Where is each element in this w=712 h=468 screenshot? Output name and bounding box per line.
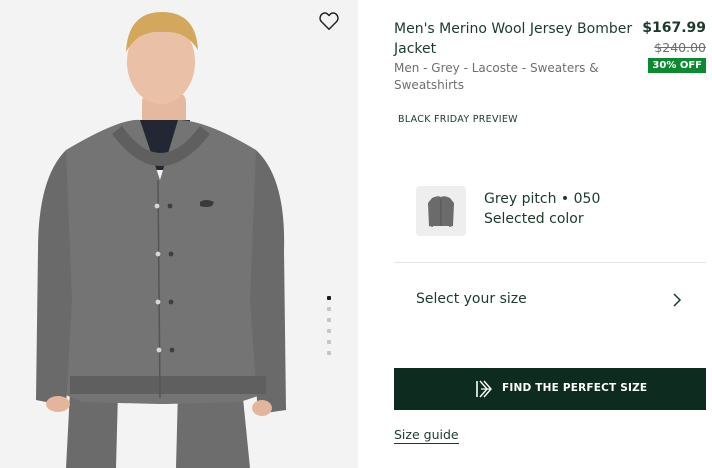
selected-color[interactable]: Grey pitch • 050 Selected color [416, 186, 676, 236]
size-label: Select your size [416, 291, 527, 307]
size-finder-logo-icon [476, 380, 492, 398]
heart-icon[interactable] [318, 10, 340, 32]
select-size-button[interactable]: Select your size [394, 280, 684, 320]
color-caption: Selected color [484, 211, 584, 227]
divider [394, 262, 706, 263]
image-carousel-pagination [326, 296, 332, 362]
product-image-gallery[interactable] [0, 0, 358, 468]
product-breadcrumb: Men - Grey - Lacoste - Sweaters & Sweats… [394, 61, 599, 92]
find-perfect-size-button[interactable]: FIND THE PERFECT SIZE [394, 368, 706, 410]
size-guide-link[interactable]: Size guide [394, 427, 459, 444]
carousel-dot[interactable] [327, 318, 331, 322]
carousel-dot[interactable] [327, 307, 331, 311]
product-details: Men's Merino Wool Jersey Bomber Jacket M… [358, 0, 712, 468]
promo-label: BLACK FRIDAY PREVIEW [398, 114, 518, 125]
carousel-dot[interactable] [327, 296, 331, 300]
color-swatch[interactable] [416, 186, 466, 236]
carousel-dot[interactable] [327, 340, 331, 344]
carousel-dot[interactable] [327, 329, 331, 333]
chevron-right-icon [673, 293, 682, 307]
carousel-dot[interactable] [327, 351, 331, 355]
color-name: Grey pitch • 050 [484, 191, 601, 207]
find-perfect-size-label: FIND THE PERFECT SIZE [502, 382, 648, 394]
sale-price: $167.99 [642, 20, 706, 36]
original-price: $240.00 [654, 40, 706, 55]
discount-badge: 30% OFF [648, 58, 706, 73]
product-model-image [36, 12, 286, 468]
jacket-thumbnail-icon [428, 196, 454, 227]
product-title: Men's Merino Wool Jersey Bomber Jacket [394, 21, 633, 57]
